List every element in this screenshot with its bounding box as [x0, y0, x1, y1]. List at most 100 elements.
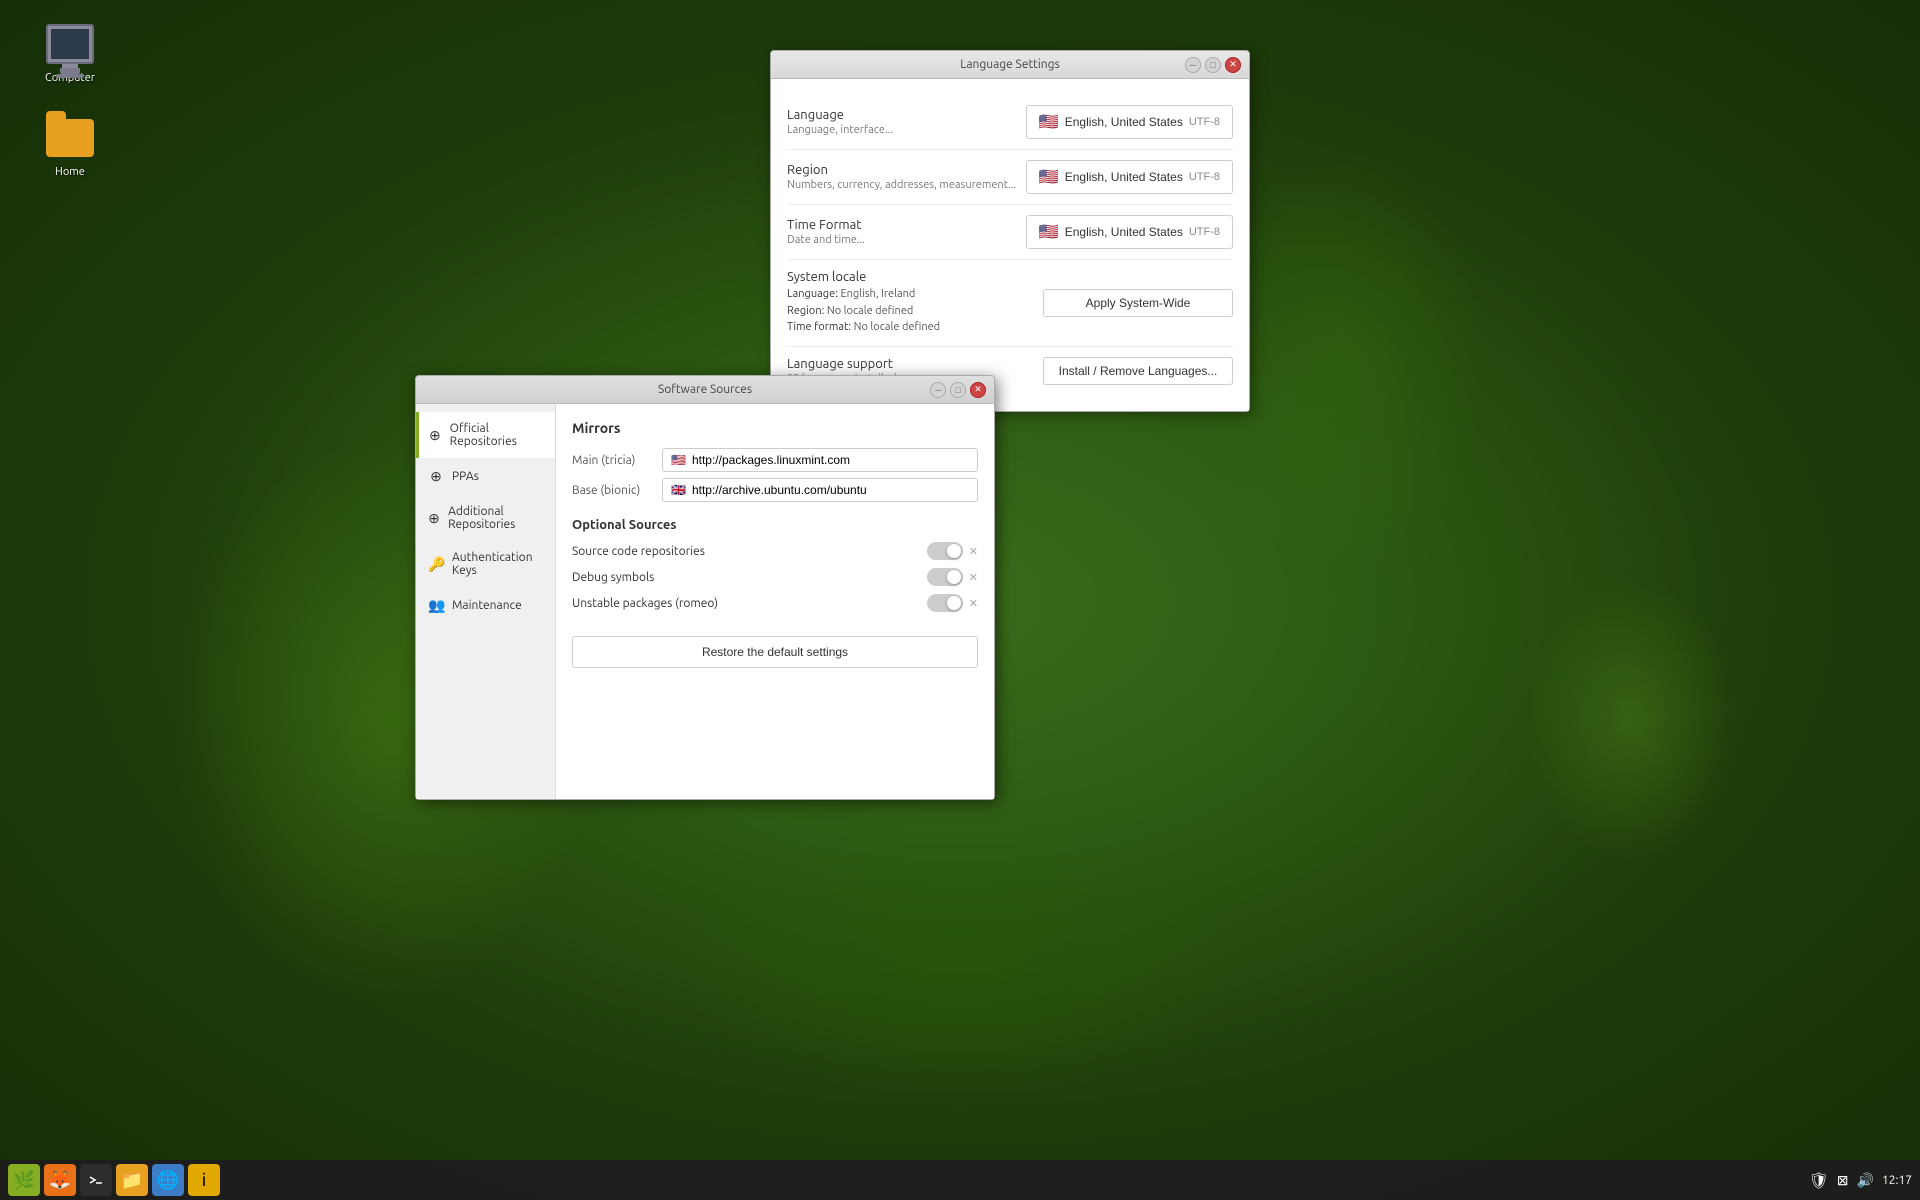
sidebar-label-ppas: PPAs: [452, 470, 479, 483]
software-window-title: Software Sources: [658, 383, 752, 396]
region-select-button[interactable]: 🇺🇸 English, United States UTF-8: [1026, 160, 1233, 194]
system-locale-row: System locale Language: English, Ireland…: [787, 260, 1233, 347]
mirrors-title: Mirrors: [572, 420, 978, 436]
sidebar-item-auth-keys[interactable]: 🔑 Authentication Keys: [416, 541, 555, 587]
mirror-row-main: Main (tricia) 🇺🇸 http://packages.linuxmi…: [572, 448, 978, 472]
time-format-label: Time Format: [787, 218, 865, 232]
language-support-label: Language support: [787, 357, 897, 371]
debug-toggle[interactable]: [927, 568, 963, 586]
language-window-title: Language Settings: [960, 58, 1060, 71]
desktop-icons: Computer Home: [30, 20, 110, 178]
language-titlebar[interactable]: Language Settings ─ □ ✕: [771, 51, 1249, 79]
region-value: English, United States: [1065, 170, 1183, 184]
software-titlebar[interactable]: Software Sources ─ □ ✕: [416, 376, 994, 404]
mirror-main-flag: 🇺🇸: [671, 453, 686, 467]
region-label: Region: [787, 163, 1016, 177]
mirrors-table: Main (tricia) 🇺🇸 http://packages.linuxmi…: [572, 448, 978, 502]
source-code-toggle[interactable]: [927, 542, 963, 560]
language-settings-window: Language Settings ─ □ ✕ Language Languag…: [770, 50, 1250, 412]
region-row: Region Numbers, currency, addresses, mea…: [787, 150, 1233, 205]
region-sublabel: Numbers, currency, addresses, measuremen…: [787, 179, 1016, 191]
software-maximize-button[interactable]: □: [950, 382, 966, 398]
taskbar-apps: 🌿 🦊 📁 🌐 ℹ: [8, 1164, 220, 1196]
mirror-base-input[interactable]: 🇬🇧 http://archive.ubuntu.com/ubuntu: [662, 478, 978, 502]
ppas-icon: ⊕: [428, 468, 444, 485]
taskbar-network-icon: ⊠: [1837, 1172, 1849, 1189]
mirror-main-input[interactable]: 🇺🇸 http://packages.linuxmint.com: [662, 448, 978, 472]
sidebar-label-additional: Additional Repositories: [448, 505, 543, 531]
desktop-icon-computer[interactable]: Computer: [30, 20, 110, 84]
taskbar-info-button[interactable]: ℹ: [188, 1164, 220, 1196]
taskbar-right: 🛡 ⊠ 🔊 12:17: [1808, 1171, 1912, 1190]
source-code-toggle-x: ✕: [969, 545, 978, 558]
sidebar-label-official: Official Repositories: [450, 422, 543, 448]
sidebar-item-additional[interactable]: ⊕ Additional Repositories: [416, 495, 555, 541]
toggle-row-source-code: Source code repositories ✕: [572, 542, 978, 560]
language-flag: 🇺🇸: [1039, 112, 1059, 132]
debug-toggle-x: ✕: [969, 571, 978, 584]
sidebar-label-auth-keys: Authentication Keys: [452, 551, 543, 577]
time-utf: UTF-8: [1189, 226, 1220, 238]
install-remove-languages-button[interactable]: Install / Remove Languages...: [1043, 357, 1233, 385]
taskbar-terminal-button[interactable]: [80, 1164, 112, 1196]
language-window-controls: ─ □ ✕: [1185, 57, 1241, 73]
mirror-main-label: Main (tricia): [572, 454, 662, 467]
time-format-sublabel: Date and time...: [787, 234, 865, 246]
toggle-row-debug: Debug symbols ✕: [572, 568, 978, 586]
language-sublabel: Language, interface...: [787, 124, 893, 136]
unstable-toggle-x: ✕: [969, 597, 978, 610]
apply-system-wide-button[interactable]: Apply System-Wide: [1043, 289, 1233, 317]
taskbar-files-button[interactable]: 📁: [116, 1164, 148, 1196]
system-locale-info: Language: English, Ireland Region: No lo…: [787, 286, 940, 336]
desktop: Computer Home Language Settings ─ □ ✕ La…: [0, 0, 1920, 1200]
language-utf: UTF-8: [1189, 116, 1220, 128]
time-value: English, United States: [1065, 225, 1183, 239]
language-window-content: Language Language, interface... 🇺🇸 Engli…: [771, 79, 1249, 411]
taskbar-volume-icon: 🔊: [1857, 1172, 1874, 1189]
region-utf: UTF-8: [1189, 171, 1220, 183]
taskbar-time: 12:17: [1882, 1174, 1912, 1187]
language-value: English, United States: [1065, 115, 1183, 129]
software-body: ⊕ Official Repositories ⊕ PPAs ⊕ Additio…: [416, 404, 994, 799]
language-label: Language: [787, 108, 893, 122]
optional-sources-title: Optional Sources: [572, 518, 978, 532]
software-window-controls: ─ □ ✕: [930, 382, 986, 398]
desktop-icon-home[interactable]: Home: [30, 114, 110, 178]
taskbar-globe-button[interactable]: 🌐: [152, 1164, 184, 1196]
home-icon-label: Home: [55, 166, 85, 178]
sidebar-item-maintenance[interactable]: 👥 Maintenance: [416, 587, 555, 624]
restore-defaults-button[interactable]: Restore the default settings: [572, 636, 978, 668]
mirror-base-label: Base (bionic): [572, 484, 662, 497]
language-maximize-button[interactable]: □: [1205, 57, 1221, 73]
unstable-toggle-knob: [947, 596, 961, 610]
sidebar-item-ppas[interactable]: ⊕ PPAs: [416, 458, 555, 495]
language-close-button[interactable]: ✕: [1225, 57, 1241, 73]
mirror-base-flag: 🇬🇧: [671, 483, 686, 497]
time-format-select-button[interactable]: 🇺🇸 English, United States UTF-8: [1026, 215, 1233, 249]
source-code-label: Source code repositories: [572, 545, 705, 558]
language-minimize-button[interactable]: ─: [1185, 57, 1201, 73]
computer-icon: [46, 20, 94, 68]
taskbar-firefox-button[interactable]: 🦊: [44, 1164, 76, 1196]
unstable-toggle[interactable]: [927, 594, 963, 612]
language-select-button[interactable]: 🇺🇸 English, United States UTF-8: [1026, 105, 1233, 139]
sidebar-label-maintenance: Maintenance: [452, 599, 522, 612]
taskbar: 🌿 🦊 📁 🌐 ℹ 🛡 ⊠ 🔊 12:17: [0, 1160, 1920, 1200]
sidebar-item-official[interactable]: ⊕ Official Repositories: [416, 412, 555, 458]
debug-toggle-knob: [947, 570, 961, 584]
mirror-row-base: Base (bionic) 🇬🇧 http://archive.ubuntu.c…: [572, 478, 978, 502]
debug-label: Debug symbols: [572, 571, 654, 584]
software-close-button[interactable]: ✕: [970, 382, 986, 398]
additional-icon: ⊕: [428, 510, 440, 527]
software-main-content: Mirrors Main (tricia) 🇺🇸 http://packages…: [556, 404, 994, 799]
unstable-label: Unstable packages (romeo): [572, 597, 718, 610]
time-format-row: Time Format Date and time... 🇺🇸 English,…: [787, 205, 1233, 260]
mirror-base-url: http://archive.ubuntu.com/ubuntu: [692, 483, 867, 497]
home-folder-icon: [46, 114, 94, 162]
time-flag: 🇺🇸: [1039, 222, 1059, 242]
software-minimize-button[interactable]: ─: [930, 382, 946, 398]
taskbar-mint-button[interactable]: 🌿: [8, 1164, 40, 1196]
region-flag: 🇺🇸: [1039, 167, 1059, 187]
software-sidebar: ⊕ Official Repositories ⊕ PPAs ⊕ Additio…: [416, 404, 556, 799]
auth-keys-icon: 🔑: [428, 556, 444, 573]
